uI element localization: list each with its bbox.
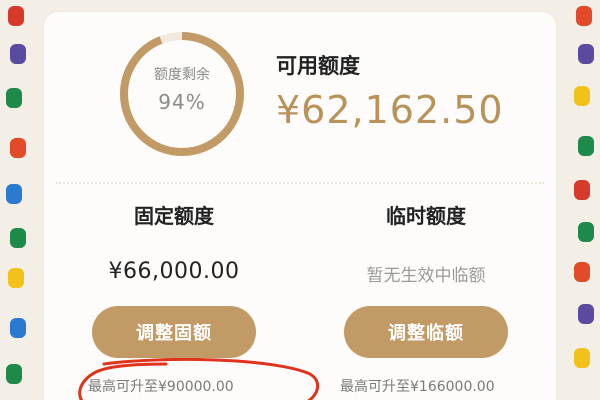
decorative-dot [6,364,22,384]
temporary-limit-max-note: 最高可升至¥166000.00 [340,379,495,395]
credit-limit-card: 额度剩余 94% 可用额度 ¥62,162.50 固定额度 ¥66,000.00… [44,12,556,400]
decorative-dot [8,6,24,26]
decorative-dot [6,88,22,108]
temporary-limit-status: 暂无生效中临额 [366,266,486,286]
adjust-fixed-limit-button[interactable]: 调整固额 [92,306,256,358]
available-limit-title: 可用额度 [276,54,360,78]
remaining-quota-percent: 94% [158,90,206,114]
fixed-limit-title: 固定额度 [134,204,214,228]
decorative-dot [6,184,22,204]
decorative-dot [10,228,26,248]
decorative-dot [576,6,592,26]
decorative-dot [10,318,26,338]
fixed-limit-amount: ¥66,000.00 [108,259,240,284]
decorative-dot [578,222,594,242]
decorative-dot [8,268,24,288]
section-divider [56,182,544,184]
decorative-dot [10,44,26,64]
remaining-quota-label: 额度剩余 [154,67,210,83]
decorative-dot [574,180,590,200]
temporary-limit-section: 临时额度 暂无生效中临额 [326,200,526,286]
temporary-limit-title: 临时额度 [386,204,466,228]
decorative-dot [578,136,594,156]
decorative-dot [574,86,590,106]
remaining-quota-ring: 额度剩余 94% [116,28,248,160]
decorative-dot [10,138,26,158]
adjust-temporary-limit-button[interactable]: 调整临额 [344,306,508,358]
decorative-dot [574,262,590,282]
decorative-dot [578,44,594,64]
fixed-limit-section: 固定额度 ¥66,000.00 [74,200,274,284]
decorative-dot [574,348,590,368]
red-circle-annotation [78,358,320,400]
available-limit-amount: ¥62,162.50 [276,88,504,132]
decorative-dot [578,304,594,324]
